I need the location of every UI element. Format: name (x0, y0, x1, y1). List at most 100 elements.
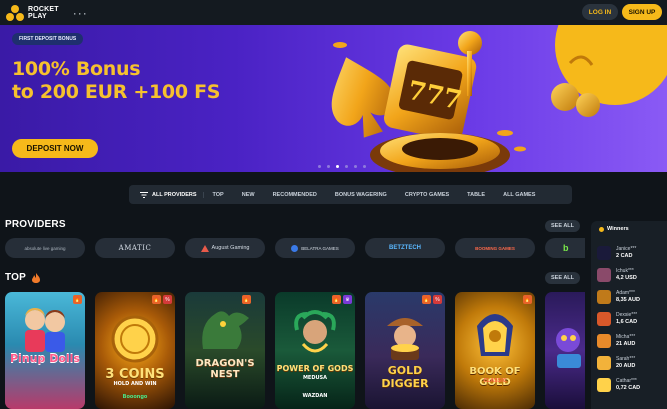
winner-amount: 4,2 USD (616, 275, 637, 281)
winners-title: Winners (607, 226, 629, 232)
winner-row[interactable]: Adam*** 8,35 AUD (597, 288, 665, 306)
logo-line-2: PLAY (28, 12, 47, 20)
hot-badge-icon: 🔥 (422, 295, 431, 304)
carousel-dot[interactable] (327, 165, 330, 168)
winner-amount: 8,35 AUD (616, 297, 640, 303)
winner-game-thumb (597, 378, 611, 392)
game-provider: WAZDAN (302, 393, 328, 399)
tab-table[interactable]: TABLE (458, 192, 494, 198)
provider-label: AMATIC (118, 244, 152, 252)
game-title: POWER OF GODS (276, 364, 354, 373)
tab-all-providers[interactable]: ALL PROVIDERS (129, 191, 204, 198)
winner-row[interactable]: Ichuk*** 4,2 USD (597, 266, 665, 284)
winner-row[interactable]: Micha*** 21 AUD (597, 332, 665, 350)
game-tile-3-coins[interactable]: 🔥 % 3 COINS HOLD AND WIN Booongo (95, 292, 175, 409)
game-title: GOLD DIGGER (381, 364, 429, 390)
game-tile-partial[interactable] (545, 292, 585, 409)
winner-name: Dexsie*** (616, 312, 638, 318)
august-logo-icon (200, 244, 209, 252)
winners-header: Winners (599, 226, 629, 232)
dragon-art (202, 311, 249, 349)
promo-headline-line-1: 100% Bonus (12, 58, 141, 80)
login-button[interactable]: LOG IN (582, 4, 618, 20)
provider-august-gaming[interactable]: August Gaming (185, 238, 265, 258)
winner-row[interactable]: Cathar*** 0,72 CAD (597, 376, 665, 394)
tab-all-games[interactable]: ALL GAMES (494, 192, 544, 198)
medusa-art (294, 310, 336, 353)
provider-label: August Gaming (211, 245, 250, 251)
game-tile-pinup-dolls[interactable]: 🔥 Pinup Dolls (5, 292, 85, 409)
category-tabs: ALL PROVIDERS TOP NEW RECOMMENDED BONUS … (129, 185, 572, 204)
winner-name: Micha*** (616, 334, 636, 340)
winner-name: Janice*** (616, 246, 637, 252)
slot-machine-illustration: 777 (331, 31, 600, 172)
provider-absolute-live-gaming[interactable]: absolute live gaming (5, 238, 85, 258)
winner-row[interactable]: Janice*** 2 CAD (597, 244, 665, 262)
providers-see-all-button[interactable]: SEE ALL (545, 220, 581, 232)
winners-panel: Winners Janice*** 2 CAD Ichuk*** 4,2 USD… (591, 221, 667, 409)
deposit-now-button[interactable]: DEPOSIT NOW (12, 139, 98, 158)
providers-title: PROVIDERS (5, 219, 66, 230)
signup-button[interactable]: SIGN UP (622, 4, 662, 20)
carousel-dot-active[interactable] (336, 165, 339, 168)
promo-banner[interactable]: 777 FIRST DEPOSIT BONUS 100% Bonus to 20… (0, 25, 667, 172)
top-title: TOP (5, 272, 40, 283)
game-art (556, 328, 581, 368)
game-tile-gold-digger[interactable]: 🔥 % GOLD DIGGER (365, 292, 445, 409)
promo-headline-line-2: to 200 EUR +100 FS (12, 81, 221, 103)
provider-label: absolute live gaming (24, 245, 66, 251)
game-tile-dragons-nest[interactable]: 🔥 DRAGON'S NEST (185, 292, 265, 409)
winner-name: Ichuk*** (616, 268, 634, 274)
miner-art (387, 318, 423, 360)
game-subtitle: CLASSIC (483, 378, 507, 384)
tab-bonus-wagering[interactable]: BONUS WAGERING (326, 192, 396, 198)
provider-partial[interactable]: b (545, 238, 585, 258)
carousel-dot[interactable] (345, 165, 348, 168)
game-tile-power-of-gods-medusa[interactable]: 🔥 ♛ POWER OF GODS MEDUSA WAZDAN (275, 292, 355, 409)
winner-game-thumb (597, 312, 611, 326)
tab-top[interactable]: TOP (204, 192, 233, 198)
tab-new[interactable]: NEW (233, 192, 264, 198)
trophy-icon (599, 226, 604, 232)
winner-name: Sarah*** (616, 356, 636, 362)
provider-betztech[interactable]: BETZTECH (365, 238, 445, 258)
hot-badge-icon: 🔥 (242, 295, 251, 304)
coin-art (111, 315, 159, 363)
game-provider: Booongo (122, 394, 148, 400)
fire-icon (31, 272, 40, 283)
carousel-dot[interactable] (318, 165, 321, 168)
hot-badge-icon: 🔥 (152, 295, 161, 304)
carousel-dot[interactable] (354, 165, 357, 168)
provider-amatic[interactable]: AMATIC (95, 238, 175, 258)
game-title: 3 COINS (105, 367, 165, 382)
winner-game-thumb (597, 268, 611, 282)
winner-game-thumb (597, 334, 611, 348)
carousel-dots (318, 165, 366, 168)
top-see-all-button[interactable]: SEE ALL (545, 272, 581, 284)
logo[interactable]: ROCKET PLAY (6, 4, 59, 21)
top-title-text: TOP (5, 272, 26, 283)
casino-page: ROCKET PLAY ··· LOG IN SIGN UP 777 FIRST… (0, 0, 667, 409)
provider-label: b (563, 243, 569, 253)
winner-game-thumb (597, 290, 611, 304)
tab-crypto-games[interactable]: CRYPTO GAMES (396, 192, 458, 198)
more-dots-icon[interactable]: ··· (73, 7, 88, 19)
rocket-logo-icon (6, 4, 24, 21)
winner-name: Adam*** (616, 290, 635, 296)
game-tile-book-of-gold[interactable]: 🔥 BOOK OF GOLD CLASSIC (455, 292, 535, 409)
game-subtitle: HOLD AND WIN (113, 381, 157, 387)
provider-belatra[interactable]: BELATRA GAMES (275, 238, 355, 258)
first-deposit-badge: FIRST DEPOSIT BONUS (12, 33, 84, 45)
winner-row[interactable]: Sarah*** 20 AUD (597, 354, 665, 372)
winner-amount: 2 CAD (616, 253, 633, 259)
pharaoh-art (477, 314, 513, 356)
provider-booming-games[interactable]: BOOMING GAMES (455, 238, 535, 258)
winner-row[interactable]: Dexsie*** 1,6 CAD (597, 310, 665, 328)
carousel-dot[interactable] (363, 165, 366, 168)
tab-recommended[interactable]: RECOMMENDED (264, 192, 326, 198)
tab-label: ALL PROVIDERS (152, 191, 197, 198)
game-art (25, 308, 65, 352)
winner-amount: 21 AUD (616, 341, 636, 347)
filter-icon (140, 191, 148, 198)
game-title: Pinup Dolls (10, 352, 80, 365)
